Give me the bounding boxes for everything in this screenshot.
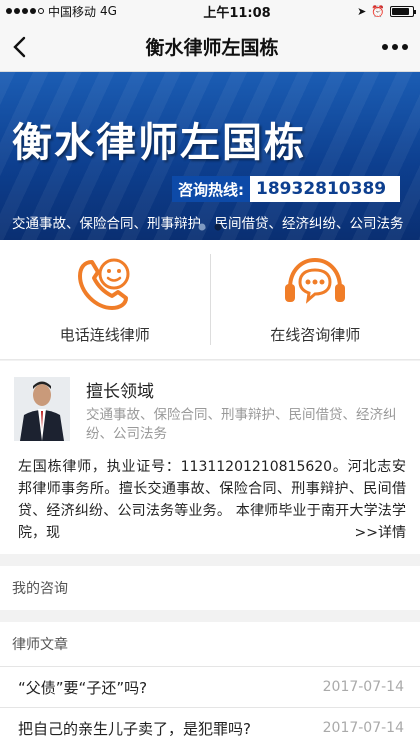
action-tiles: 电话连线律师 在线咨询律师 bbox=[0, 240, 420, 360]
my-consult-section[interactable]: 我的咨询 bbox=[0, 566, 420, 610]
hotline-number: 18932810389 bbox=[256, 179, 387, 199]
phone-smile-icon bbox=[77, 258, 130, 310]
lawyer-photo-icon bbox=[14, 377, 70, 441]
article-title: 把自己的亲生儿子卖了，是犯罪吗? bbox=[18, 719, 251, 738]
more-options-button[interactable] bbox=[381, 43, 408, 50]
status-bar: 中国移动 4G 上午11:08 ➤ ⏰ bbox=[0, 0, 420, 22]
location-icon: ➤ bbox=[357, 4, 367, 18]
status-left: 中国移动 4G bbox=[6, 3, 117, 20]
carousel-dot-2 bbox=[214, 223, 222, 231]
bio-text: 左国栋律师，执业证号：11311201210815620。河北志安邦律师事务所。… bbox=[18, 459, 406, 541]
status-time: 上午11:08 bbox=[203, 5, 271, 21]
articles-title: 律师文章 bbox=[12, 637, 68, 653]
carrier-name: 中国移动 bbox=[48, 4, 97, 19]
articles-section-header: 律师文章 bbox=[0, 622, 420, 666]
hotline-box: 咨询热线: 18932810389 bbox=[172, 176, 400, 202]
signal-strength-icon bbox=[6, 8, 44, 14]
expertise-title: 擅长领域 bbox=[86, 382, 154, 402]
call-lawyer-button[interactable]: 电话连线律师 bbox=[0, 240, 210, 359]
nav-bar: 衡水律师左国栋 bbox=[0, 22, 420, 72]
profile-top: 擅长领域 交通事故、保险合同、刑事辩护、民间借贷、经济纠纷、公司法务 bbox=[14, 377, 406, 444]
online-consult-label: 在线咨询律师 bbox=[270, 326, 361, 344]
article-item[interactable]: “父债”要“子还”吗? 2017-07-14 bbox=[0, 667, 420, 707]
hotline-label: 咨询热线: bbox=[172, 176, 250, 202]
carousel-dot-1 bbox=[198, 223, 206, 231]
carousel-indicator bbox=[198, 223, 222, 231]
my-consult-label: 我的咨询 bbox=[12, 581, 68, 597]
expertise-text: 交通事故、保险合同、刑事辩护、民间借贷、经济纠纷、公司法务 bbox=[86, 407, 397, 442]
banner-carousel[interactable]: 衡水律师左国栋 咨询热线: 18932810389 交通事故、保险合同、刑事辩护… bbox=[0, 72, 420, 240]
back-button[interactable] bbox=[12, 32, 42, 62]
article-date: 2017-07-14 bbox=[322, 720, 404, 736]
alarm-icon: ⏰ bbox=[371, 4, 385, 18]
lawyer-profile: 擅长领域 交通事故、保险合同、刑事辩护、民间借贷、经济纠纷、公司法务 左国栋律师… bbox=[0, 361, 420, 554]
network-type: 4G bbox=[100, 4, 117, 18]
battery-icon bbox=[389, 5, 416, 17]
expertise-block: 擅长领域 交通事故、保险合同、刑事辩护、民间借贷、经济纠纷、公司法务 bbox=[86, 377, 406, 444]
status-right: ➤ ⏰ bbox=[357, 4, 416, 18]
article-date: 2017-07-14 bbox=[322, 679, 404, 695]
online-consult-button[interactable]: 在线咨询律师 bbox=[211, 240, 420, 359]
chevron-left-icon bbox=[13, 36, 26, 57]
page-title: 衡水律师左国栋 bbox=[145, 37, 279, 59]
article-title: “父债”要“子还”吗? bbox=[18, 678, 148, 697]
detail-link[interactable]: >>详情 bbox=[355, 522, 406, 544]
article-item[interactable]: 把自己的亲生儿子卖了，是犯罪吗? 2017-07-14 bbox=[0, 708, 420, 748]
banner-title: 衡水律师左国栋 bbox=[12, 119, 306, 166]
lawyer-bio: 左国栋律师，执业证号：11311201210815620。河北志安邦律师事务所。… bbox=[14, 456, 406, 544]
headset-chat-icon bbox=[285, 257, 346, 304]
lawyer-avatar bbox=[14, 377, 70, 441]
more-dots-icon bbox=[381, 43, 388, 50]
call-lawyer-label: 电话连线律师 bbox=[59, 326, 150, 344]
